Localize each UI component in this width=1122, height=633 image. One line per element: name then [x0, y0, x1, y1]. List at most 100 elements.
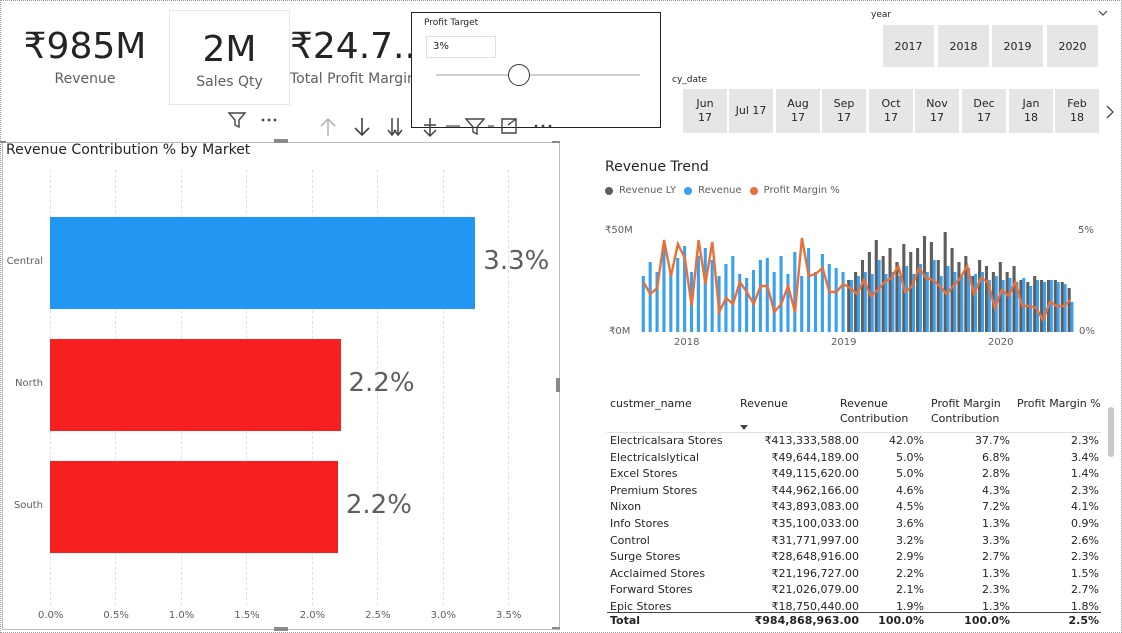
revenue-bar[interactable] [925, 272, 929, 332]
revenue-bar[interactable] [820, 254, 824, 332]
col-header-revenue-contribution[interactable]: Revenue Contribution [840, 396, 908, 426]
revenue-bar[interactable] [758, 260, 762, 332]
revenue-ly-bar[interactable] [1067, 288, 1071, 332]
revenue-ly-bar[interactable] [1040, 280, 1044, 332]
revenue-bar[interactable] [877, 260, 881, 332]
revenue-bar[interactable] [973, 274, 978, 332]
revenue-bar[interactable] [731, 256, 735, 332]
profit-target-input[interactable]: 3% [426, 36, 496, 58]
table-row[interactable]: Info Stores ₹35,100,033.00 3.6% 1.3% 0.9% [609, 517, 1101, 533]
table-row[interactable]: Premium Stores ₹44,962,166.00 4.6% 4.3% 2.3% [609, 484, 1101, 500]
table-row[interactable]: Control ₹31,771,997.00 3.2% 3.3% 2.6% [609, 534, 1101, 550]
profit-target-slider-thumb[interactable] [508, 64, 530, 86]
revenue-bar[interactable] [1049, 280, 1053, 332]
revenue-bar[interactable] [905, 266, 909, 332]
table-row[interactable]: Excel Stores ₹49,115,620.00 5.0% 2.8% 1.4% [609, 467, 1101, 483]
revenue-ly-bar[interactable] [984, 266, 989, 332]
revenue-ly-bar[interactable] [1033, 276, 1037, 332]
col-header-profit-margin-pct[interactable]: Profit Margin % [1017, 396, 1101, 411]
revenue-ly-bar[interactable] [888, 248, 892, 332]
chevron-down-icon[interactable] [1097, 8, 1109, 18]
profit-target-slider-track[interactable] [436, 74, 640, 76]
more-options-icon[interactable] [534, 124, 552, 128]
month-button[interactable]: Feb 18 [1055, 89, 1099, 133]
revenue-bar[interactable] [953, 272, 957, 332]
expand-next-level-icon[interactable] [423, 118, 437, 138]
revenue-bar[interactable] [662, 246, 666, 332]
revenue-ly-bar[interactable] [922, 236, 927, 332]
resize-handle-top-right[interactable] [552, 141, 560, 143]
revenue-ly-bar[interactable] [929, 242, 933, 332]
filter-icon[interactable] [227, 110, 247, 130]
revenue-ly-bar[interactable] [860, 260, 865, 332]
revenue-bar[interactable] [960, 276, 964, 332]
revenue-ly-bar[interactable] [957, 262, 961, 332]
revenue-bar[interactable] [745, 278, 749, 332]
month-button[interactable]: Oct 17 [869, 89, 913, 133]
month-button[interactable]: Aug 17 [776, 89, 820, 133]
revenue-bar[interactable] [827, 264, 831, 332]
revenue-ly-bar[interactable] [936, 260, 940, 332]
revenue-ly-bar[interactable] [854, 272, 858, 332]
revenue-bar[interactable] [841, 272, 845, 332]
col-header-revenue[interactable]: Revenue [740, 396, 788, 411]
bar-central[interactable] [50, 217, 476, 309]
month-button[interactable]: Nov 17 [915, 89, 959, 133]
revenue-bar[interactable] [1063, 284, 1067, 332]
revenue-ly-bar[interactable] [874, 240, 878, 332]
month-button[interactable]: Jan 18 [1009, 89, 1053, 133]
table-row[interactable]: Forward Stores ₹21,026,079.00 2.1% 2.3% 2.7% [609, 583, 1101, 599]
table-row[interactable]: Surge Stores ₹28,648,916.00 2.9% 2.7% 2.3% [609, 550, 1101, 566]
revenue-bar[interactable] [703, 248, 707, 332]
revenue-bar[interactable] [946, 266, 950, 332]
year-button-2018[interactable]: 2018 [938, 25, 989, 67]
bar-south[interactable] [50, 461, 338, 553]
col-header-customer-name[interactable]: custmer_name [610, 396, 692, 411]
revenue-ly-bar[interactable] [881, 256, 885, 332]
expand-all-down-icon[interactable] [387, 118, 403, 137]
revenue-bar[interactable] [676, 258, 680, 332]
revenue-bar[interactable] [779, 256, 783, 332]
revenue-bar[interactable] [891, 272, 895, 332]
revenue-bar[interactable] [772, 272, 776, 332]
revenue-bar[interactable] [648, 262, 652, 332]
revenue-bar[interactable] [710, 260, 714, 332]
filter-icon[interactable] [464, 118, 486, 136]
revenue-bar[interactable] [856, 276, 860, 332]
sales-qty-kpi-card[interactable]: 2M Sales Qty [169, 10, 290, 105]
revenue-bar[interactable] [1035, 280, 1040, 332]
drill-down-icon[interactable] [354, 118, 370, 137]
profit-margin-kpi-card[interactable]: ₹24.7... Total Profit Margin [290, 26, 412, 87]
revenue-ly-bar[interactable] [1005, 272, 1009, 332]
trend-chart-plot[interactable] [640, 220, 1074, 340]
revenue-bar[interactable] [898, 276, 902, 332]
table-row[interactable]: Nixon ₹43,893,083.00 4.5% 7.2% 4.1% [609, 500, 1101, 516]
more-options-icon[interactable] [259, 110, 279, 130]
revenue-bar[interactable] [1001, 280, 1005, 332]
revenue-bar[interactable] [918, 264, 922, 332]
revenue-bar[interactable] [834, 268, 838, 332]
legend-profit-margin[interactable]: Profit Margin % [764, 185, 840, 196]
month-button[interactable]: Dec 17 [962, 89, 1006, 133]
revenue-bar[interactable] [1070, 302, 1074, 332]
profit-target-slicer[interactable]: Profit Target 3% [411, 12, 661, 128]
resize-handle-bottom-right[interactable] [552, 627, 560, 629]
revenue-bar[interactable] [1029, 286, 1033, 332]
revenue-bar[interactable] [669, 272, 673, 332]
year-button-2017[interactable]: 2017 [883, 25, 934, 67]
table-scrollbar[interactable] [1108, 407, 1114, 457]
year-button-2020[interactable]: 2020 [1047, 25, 1098, 67]
revenue-kpi-card[interactable]: ₹985M Revenue [20, 26, 150, 87]
legend-revenue-ly[interactable]: Revenue LY [619, 185, 676, 196]
revenue-ly-bar[interactable] [916, 248, 920, 332]
sort-descending-icon[interactable] [739, 424, 749, 431]
bar-north[interactable] [50, 339, 341, 431]
revenue-ly-bar[interactable] [1012, 266, 1016, 332]
revenue-bar[interactable] [932, 260, 936, 332]
revenue-bar[interactable] [696, 256, 700, 332]
year-button-2019[interactable]: 2019 [992, 25, 1043, 67]
month-button[interactable]: Jun 17 [683, 89, 727, 133]
resize-handle-right[interactable] [556, 378, 560, 392]
month-button[interactable]: Sep 17 [822, 89, 866, 133]
resize-handle-top[interactable] [274, 139, 288, 143]
